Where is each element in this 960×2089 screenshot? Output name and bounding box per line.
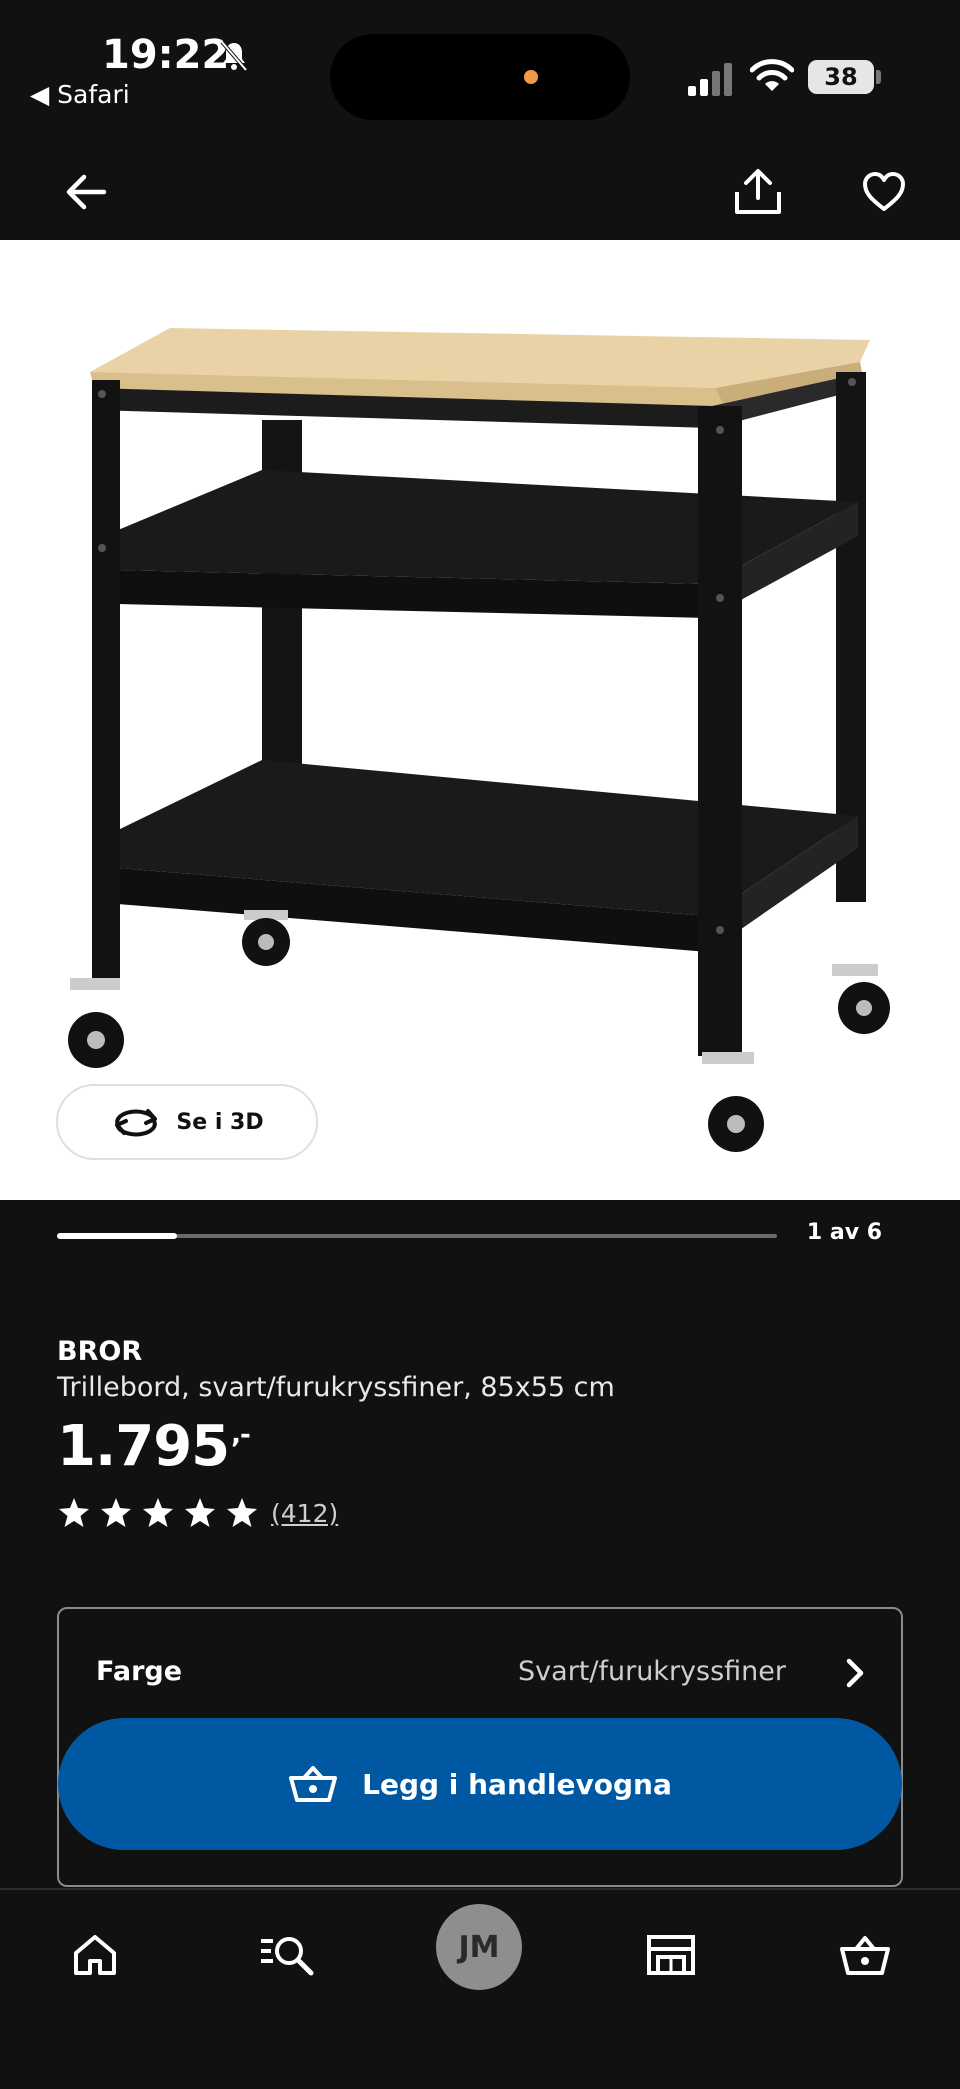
star-icon bbox=[185, 1498, 215, 1527]
caster bbox=[832, 964, 890, 1034]
product-price: 1.795,- bbox=[57, 1414, 251, 1479]
rating[interactable]: (412) bbox=[57, 1496, 338, 1530]
color-option-label[interactable]: Farge bbox=[96, 1656, 182, 1687]
product-name: BROR bbox=[57, 1336, 143, 1367]
signal-icon bbox=[688, 63, 732, 96]
rotate-3d-icon bbox=[115, 1109, 158, 1137]
top-navigation-bar bbox=[0, 140, 960, 240]
share-button[interactable] bbox=[730, 164, 786, 220]
avatar[interactable]: JM bbox=[436, 1904, 522, 1990]
see-in-3d-button[interactable]: Se i 3D bbox=[56, 1084, 318, 1160]
back-to-safari[interactable]: ◀ Safari bbox=[30, 80, 130, 109]
tab-search[interactable] bbox=[252, 1920, 322, 1990]
gallery-progress-fill bbox=[57, 1233, 177, 1239]
star-icon bbox=[143, 1498, 173, 1527]
basket-icon bbox=[840, 1936, 890, 1975]
heart-icon bbox=[863, 172, 905, 211]
add-to-cart-button[interactable]: Legg i handlevogna bbox=[58, 1718, 902, 1850]
bell-muted-icon bbox=[220, 40, 248, 72]
wifi-icon bbox=[750, 59, 794, 91]
price-suffix: ,- bbox=[231, 1420, 251, 1450]
tab-stores[interactable] bbox=[636, 1920, 706, 1990]
caster bbox=[68, 978, 124, 1068]
gallery-counter: 1 av 6 bbox=[806, 1220, 882, 1245]
tab-basket[interactable] bbox=[830, 1920, 900, 1990]
back-button[interactable] bbox=[58, 164, 114, 220]
star-icon bbox=[101, 1498, 131, 1527]
arrow-left-icon bbox=[66, 174, 107, 210]
add-to-cart-label: Legg i handlevogna bbox=[362, 1767, 672, 1801]
price-value: 1.795 bbox=[57, 1414, 230, 1479]
see-in-3d-label: Se i 3D bbox=[176, 1109, 264, 1135]
star-icon bbox=[227, 1498, 257, 1527]
home-icon bbox=[74, 1935, 116, 1975]
store-icon bbox=[647, 1935, 695, 1975]
product-photo-trolley bbox=[68, 328, 890, 1152]
basket-icon bbox=[289, 1766, 338, 1802]
share-icon bbox=[735, 169, 781, 214]
recording-indicator bbox=[524, 70, 538, 84]
chevron-right-icon[interactable] bbox=[840, 1656, 870, 1690]
dynamic-island bbox=[330, 34, 630, 120]
review-count-link[interactable]: (412) bbox=[271, 1499, 338, 1528]
favorite-button[interactable] bbox=[856, 164, 912, 220]
battery-indicator: 38 bbox=[808, 60, 874, 94]
caster bbox=[702, 1052, 764, 1152]
color-option-value[interactable]: Svart/furukryssfiner bbox=[470, 1656, 786, 1687]
battery-cap bbox=[876, 70, 881, 84]
product-image[interactable] bbox=[0, 240, 960, 1200]
star-icon bbox=[59, 1498, 89, 1527]
caster bbox=[242, 910, 290, 966]
product-description: Trillebord, svart/furukryssfiner, 85x55 … bbox=[57, 1372, 615, 1403]
search-icon bbox=[261, 1937, 314, 1976]
status-time: 19:22 bbox=[102, 32, 230, 78]
tab-home[interactable] bbox=[60, 1920, 130, 1990]
